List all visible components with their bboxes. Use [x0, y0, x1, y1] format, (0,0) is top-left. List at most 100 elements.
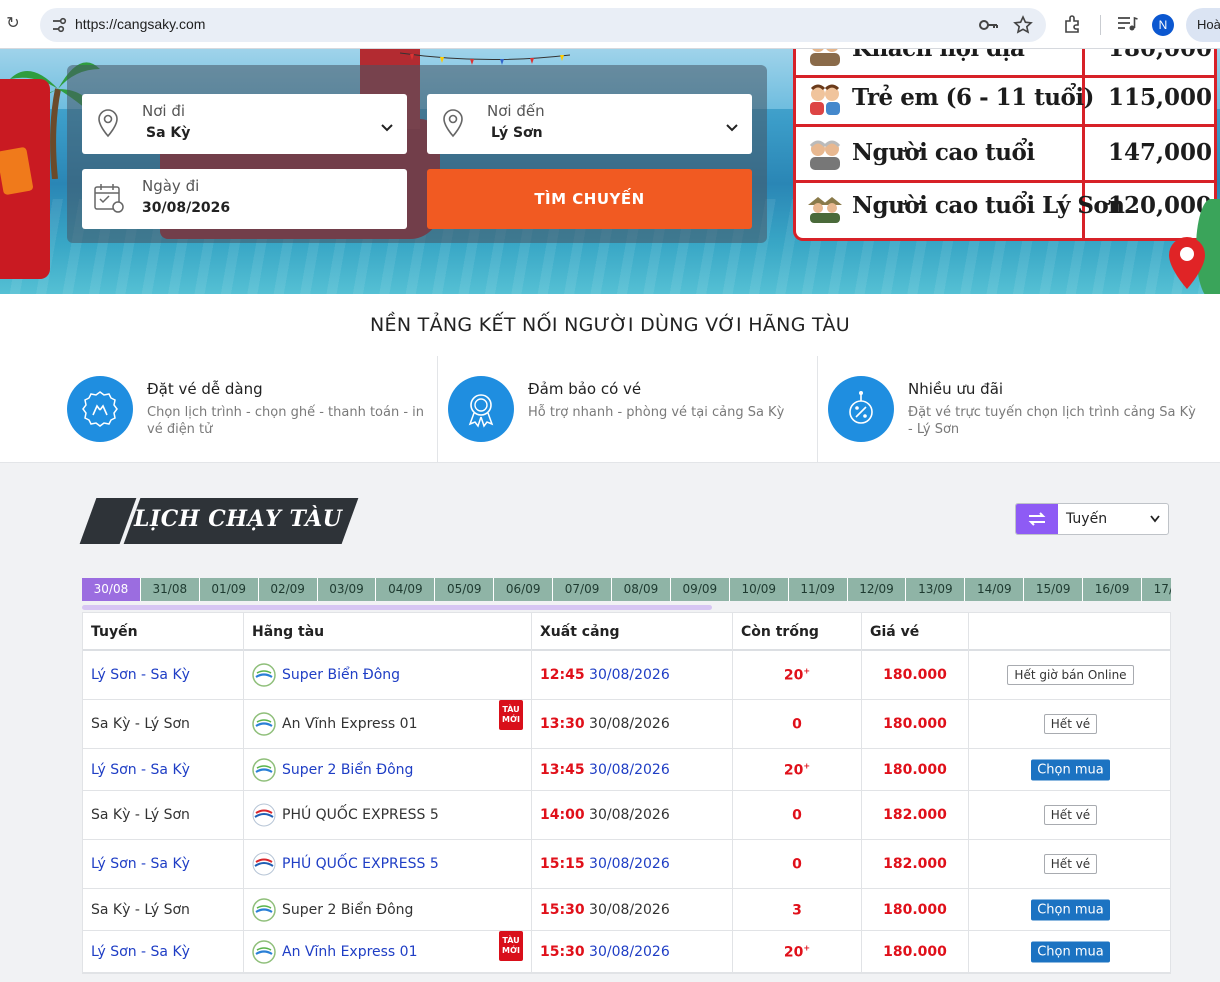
date-tab[interactable]: 13/09: [906, 578, 966, 601]
table-row[interactable]: Sa Kỳ - Lý Sơn PHÚ QUỐC EXPRESS 5 14:00 30…: [83, 791, 1170, 840]
date-tab[interactable]: 10/09: [729, 578, 789, 601]
date-tab[interactable]: 07/09: [553, 578, 613, 601]
ship-name[interactable]: Super 2 Biển Đông: [282, 762, 413, 778]
departure-cell: 14:00 30/08/2026: [532, 791, 733, 839]
departure-text: 15:30 30/08/2026: [540, 902, 670, 918]
route-filter-select[interactable]: Tuyến: [1015, 503, 1169, 535]
chevron-down-icon[interactable]: [1150, 515, 1160, 523]
date-tab[interactable]: 08/09: [612, 578, 671, 601]
date-tab[interactable]: 31/08: [140, 578, 200, 601]
date-value[interactable]: 30/08/2026: [142, 200, 230, 216]
date-tab[interactable]: 14/09: [965, 578, 1025, 601]
route-text[interactable]: Lý Sơn - Sa Kỳ: [91, 762, 190, 778]
route-text[interactable]: Lý Sơn - Sa Kỳ: [91, 667, 190, 683]
destination-label: Nơi đến: [487, 102, 545, 120]
route-cell: Sa Kỳ - Lý Sơn: [83, 700, 244, 748]
price-row: Người cao tuổi 147,000: [802, 129, 1214, 179]
swap-direction-button[interactable]: [1016, 504, 1058, 534]
table-row[interactable]: Sa Kỳ - Lý Sơn Super 2 Biển Đông 15:30 30/…: [83, 889, 1170, 931]
date-tab[interactable]: 16/09: [1083, 578, 1143, 601]
date-tab[interactable]: 05/09: [435, 578, 495, 601]
search-trip-button[interactable]: TÌM CHUYẾN: [427, 169, 752, 229]
extensions-puzzle-icon[interactable]: [1062, 13, 1084, 35]
route-text: Sa Kỳ - Lý Sơn: [91, 901, 190, 918]
departure-text: 12:45 30/08/2026: [540, 667, 670, 683]
unavailable-button[interactable]: Hết vé: [1043, 854, 1098, 874]
ship-name[interactable]: PHÚ QUỐC EXPRESS 5: [282, 856, 439, 872]
date-tab[interactable]: 01/09: [199, 578, 259, 601]
profile-avatar[interactable]: N: [1152, 14, 1174, 36]
route-cell: Lý Sơn - Sa Kỳ: [83, 840, 244, 888]
address-bar[interactable]: https://cangsaky.com: [40, 8, 1046, 42]
route-text[interactable]: Lý Sơn - Sa Kỳ: [91, 944, 190, 960]
table-row[interactable]: Lý Sơn - Sa Kỳ An Vĩnh Express 01 TÀU MỚI 1…: [83, 931, 1170, 973]
unavailable-button[interactable]: Hết vé: [1043, 714, 1098, 734]
bookmark-star-icon[interactable]: [1012, 14, 1034, 36]
departure-date[interactable]: 30/08/2026: [589, 944, 670, 960]
price-cell: 180.000: [862, 749, 969, 790]
ship-name[interactable]: Super Biển Đông: [282, 667, 400, 683]
date-tab[interactable]: 06/09: [494, 578, 554, 601]
toolbar-divider: [1100, 15, 1101, 35]
features-section: NỀN TẢNG KẾT NỐI NGƯỜI DÙNG VỚI HÃNG TÀU…: [0, 294, 1220, 463]
table-row[interactable]: Lý Sơn - Sa Kỳ PHÚ QUỐC EXPRESS 5 15:15 30…: [83, 840, 1170, 889]
buy-button[interactable]: Chọn mua: [1031, 941, 1110, 962]
site-info-icon[interactable]: [50, 16, 68, 34]
date-picker[interactable]: Ngày đi 30/08/2026: [82, 169, 407, 229]
date-tab[interactable]: 15/09: [1024, 578, 1084, 601]
ship-logo-icon: [252, 803, 276, 827]
date-tab[interactable]: 03/09: [317, 578, 377, 601]
feature-divider: [817, 356, 818, 462]
price-list-card: Khách nội địa 180,000 Trẻ em (6 - 11 tuổ…: [793, 49, 1217, 241]
col-seats: Còn trống: [733, 613, 862, 651]
ticket-price: 182.000: [883, 856, 947, 872]
route-text[interactable]: Lý Sơn - Sa Kỳ: [91, 856, 190, 872]
table-row[interactable]: Sa Kỳ - Lý Sơn An Vĩnh Express 01 TÀU MỚI 1…: [83, 700, 1170, 749]
table-row[interactable]: Lý Sơn - Sa Kỳ Super 2 Biển Đông 13:45 30/…: [83, 749, 1170, 791]
seats-text: 0: [733, 716, 861, 732]
seats-text: 0: [733, 807, 861, 823]
route-text: Sa Kỳ - Lý Sơn: [91, 716, 190, 732]
date-tab[interactable]: 09/09: [670, 578, 730, 601]
chevron-down-icon[interactable]: [726, 123, 738, 133]
buy-button[interactable]: Chọn mua: [1031, 759, 1110, 780]
date-tab[interactable]: 02/09: [258, 578, 318, 601]
unavailable-button[interactable]: Hết giờ bán Online: [1007, 665, 1134, 685]
ship-name[interactable]: An Vĩnh Express 01: [282, 944, 418, 960]
table-row[interactable]: Lý Sơn - Sa Kỳ Super Biển Đông 12:45 30/08…: [83, 651, 1170, 700]
buy-button[interactable]: Chọn mua: [1031, 899, 1110, 920]
media-controls-icon[interactable]: [1116, 14, 1138, 34]
chevron-down-icon[interactable]: [381, 123, 393, 133]
ticket-price: 180.000: [883, 943, 947, 960]
ship-cell: Super 2 Biển Đông: [244, 889, 532, 930]
reload-icon[interactable]: ↻: [4, 14, 22, 32]
price-cell: 180.000: [862, 889, 969, 930]
date-tabs-scrollbar[interactable]: [82, 605, 712, 610]
date-tab[interactable]: 30/08: [82, 578, 141, 601]
departure-date[interactable]: 30/08/2026: [589, 667, 670, 683]
departure-time: 12:45: [540, 667, 585, 683]
departure-date[interactable]: 30/08/2026: [589, 762, 670, 778]
new-ship-badge: TÀU MỚI: [499, 700, 523, 730]
departure-date[interactable]: 30/08/2026: [589, 856, 670, 872]
departure-select[interactable]: Nơi đi Sa Kỳ: [82, 94, 407, 154]
date-tab[interactable]: 12/09: [847, 578, 907, 601]
destination-select[interactable]: Nơi đến Lý Sơn: [427, 94, 752, 154]
date-tab[interactable]: 11/09: [788, 578, 848, 601]
profile-name-pill[interactable]: Hoà: [1186, 8, 1220, 42]
adult-people-icon: [810, 49, 840, 66]
date-tab[interactable]: 04/09: [376, 578, 436, 601]
route-filter-value[interactable]: Tuyến: [1066, 511, 1107, 527]
date-tabs: 30/08 31/08 01/09 02/09 03/09 04/09 05/09 06/09…: [82, 578, 1171, 601]
discount-tag-icon: [828, 376, 894, 442]
password-key-icon[interactable]: [978, 16, 998, 34]
date-tab[interactable]: 17/09: [1142, 578, 1171, 601]
ticket-price: 182.000: [883, 807, 947, 823]
departure-cell: 12:45 30/08/2026: [532, 651, 733, 699]
seats-text: 20+: [733, 943, 861, 960]
departure-value[interactable]: Sa Kỳ: [146, 125, 190, 141]
url-text[interactable]: https://cangsaky.com: [75, 16, 205, 32]
hero-banner: Nơi đi Sa Kỳ Nơi đến Lý Sơn Ngày đi 30/0…: [0, 49, 1220, 294]
destination-value[interactable]: Lý Sơn: [491, 125, 543, 141]
unavailable-button[interactable]: Hết vé: [1043, 805, 1098, 825]
